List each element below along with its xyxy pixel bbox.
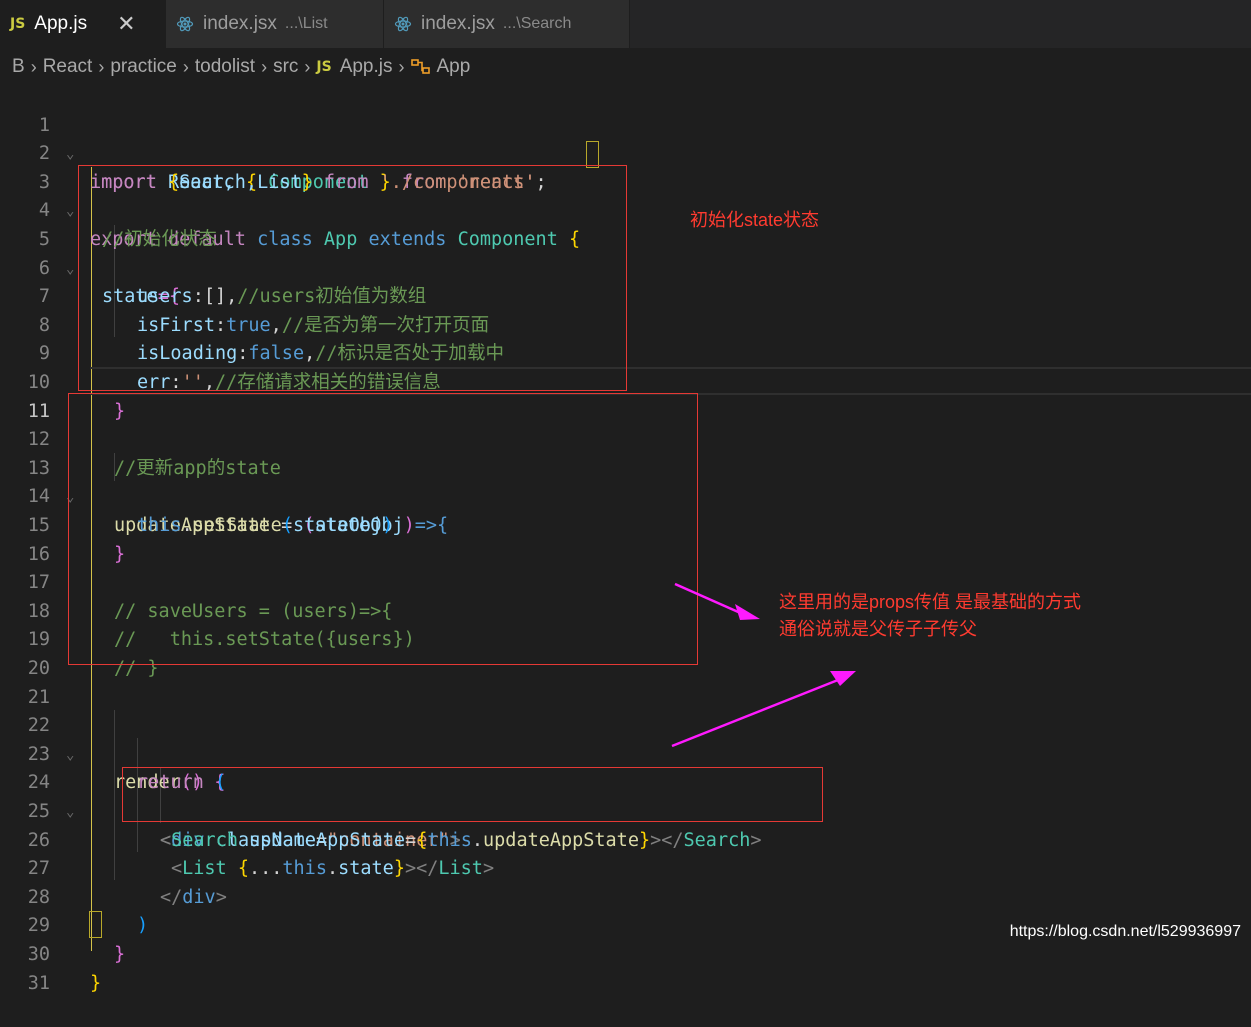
- arrow-to-note: [674, 582, 760, 620]
- watermark: https://blog.csdn.net/l529936997: [1009, 923, 1241, 940]
- line-number: 31: [27, 972, 50, 994]
- annotation-arrows: [671, 582, 856, 748]
- arrow-from-render: [671, 671, 856, 748]
